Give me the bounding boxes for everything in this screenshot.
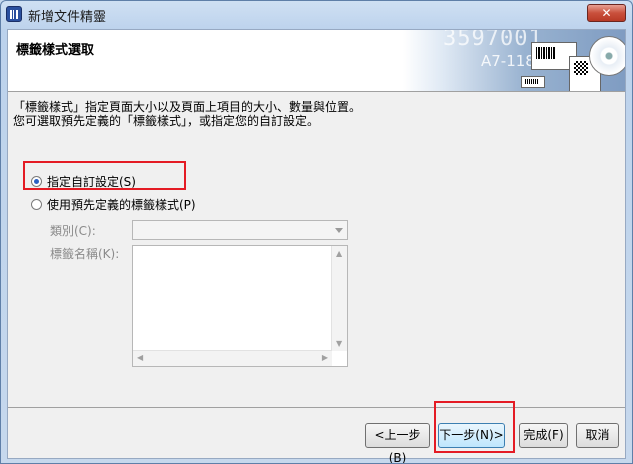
back-button[interactable]: <上一步(B) <box>365 423 430 463</box>
horizontal-scrollbar[interactable]: ◀ ▶ <box>133 350 332 366</box>
label-name-list[interactable]: ▲ ▼ ◀ ▶ <box>132 245 348 367</box>
header-divider <box>8 91 625 92</box>
banner-code: A7-118 <box>481 52 535 70</box>
radio-custom-label: 指定自訂設定(S) <box>47 175 136 189</box>
category-dropdown[interactable] <box>132 220 348 240</box>
wizard-body: 標籤樣式選取 3597001 A7-118 「標籤樣式」指定頁面大小以及頁面上項… <box>7 29 626 463</box>
category-label: 類別(C): <box>50 224 96 238</box>
dialog-window: 新增文件精靈 ✕ 標籤樣式選取 3597001 A7-118 「標籤樣式」指定頁… <box>0 0 633 464</box>
footer-divider <box>8 407 625 408</box>
label-name-label: 標籤名稱(K): <box>50 247 120 261</box>
radio-custom-indicator[interactable] <box>31 176 42 187</box>
radio-predefined-label: 使用預先定義的標籤樣式(P) <box>47 198 196 212</box>
banner-image: 3597001 A7-118 <box>403 30 625 91</box>
banner-number: 3597001 <box>443 30 543 51</box>
title-bar[interactable]: 新增文件精靈 ✕ <box>1 1 632 29</box>
close-icon: ✕ <box>601 6 612 20</box>
cd-disc-icon <box>589 36 625 76</box>
small-label-icon <box>521 76 545 88</box>
radio-predefined-style[interactable]: 使用預先定義的標籤樣式(P) <box>31 196 196 213</box>
radio-custom-settings[interactable]: 指定自訂設定(S) <box>31 173 136 190</box>
scroll-right-icon[interactable]: ▶ <box>322 354 328 362</box>
wizard-header: 標籤樣式選取 3597001 A7-118 <box>8 30 625 91</box>
page-title: 標籤樣式選取 <box>16 43 95 58</box>
barcode-app-icon <box>6 6 22 22</box>
cancel-button[interactable]: 取消 <box>576 423 619 448</box>
scroll-left-icon[interactable]: ◀ <box>137 354 143 362</box>
description-text: 「標籤樣式」指定頁面大小以及頁面上項目的大小、數量與位置。您可選取預先定義的「標… <box>13 100 362 128</box>
finish-button[interactable]: 完成(F) <box>519 423 568 448</box>
window-title: 新增文件精靈 <box>28 10 107 25</box>
vertical-scrollbar[interactable]: ▲ ▼ <box>331 246 347 351</box>
radio-predefined-indicator[interactable] <box>31 199 42 210</box>
chevron-down-icon <box>335 228 343 233</box>
scroll-down-icon[interactable]: ▼ <box>336 340 342 348</box>
close-button[interactable]: ✕ <box>587 4 626 22</box>
scroll-up-icon[interactable]: ▲ <box>336 250 342 258</box>
next-button[interactable]: 下一步(N)> <box>438 423 505 448</box>
